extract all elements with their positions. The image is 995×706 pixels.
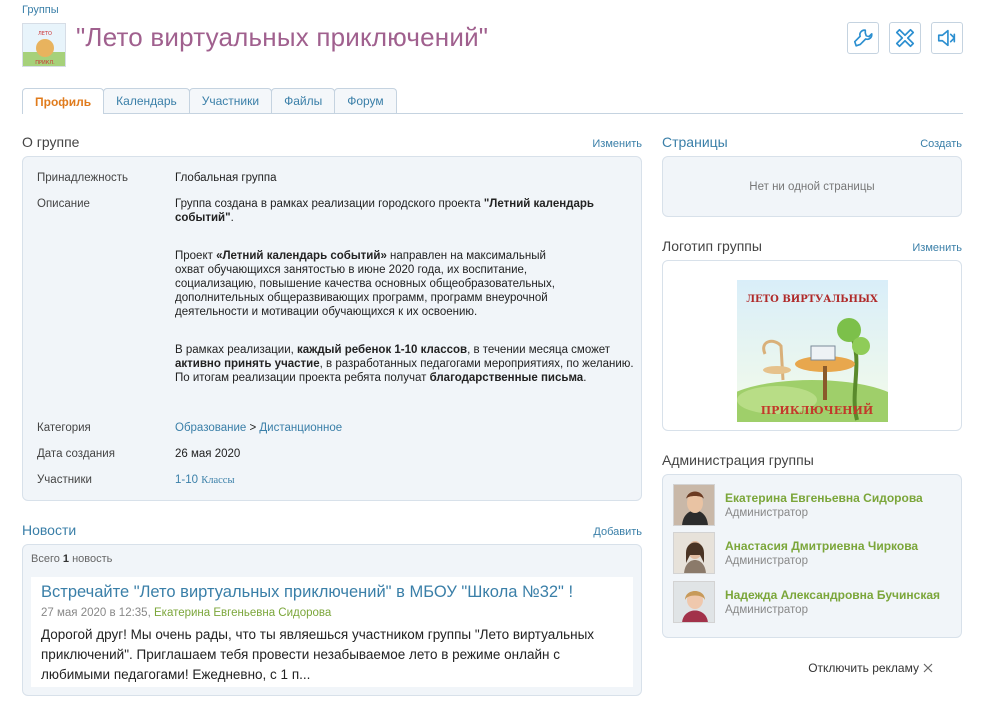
news-header: Новости Добавить <box>22 522 642 538</box>
disable-ads-label: Отключить рекламу <box>808 661 919 675</box>
news-item-author[interactable]: Екатерина Евгеньевна Сидорова <box>154 607 331 619</box>
participants-value: 1-10 Классы <box>175 473 631 488</box>
admins-title: Администрация группы <box>662 452 814 468</box>
remove-icon[interactable] <box>889 22 921 54</box>
participants-link[interactable]: 1-10 <box>175 474 198 486</box>
wrench-icon[interactable] <box>847 22 879 54</box>
description-value: Группа создана в рамках реализации город… <box>175 197 635 385</box>
membership-label: Принадлежность <box>37 172 128 184</box>
admin-role: Администратор <box>725 604 808 616</box>
logo-title: Логотип группы <box>662 238 762 254</box>
about-row-description: Описание Группа создана в рамках реализа… <box>37 197 634 385</box>
logo-panel: ЛЕТО ВИРТУАЛЬНЫХ ПРИКЛЮЧЕНИЙ <box>662 260 962 440</box>
admin-item: Екатерина Евгеньевна Сидорова Администра… <box>673 484 923 526</box>
avatar[interactable] <box>673 484 715 526</box>
pages-create-link[interactable]: Создать <box>920 138 962 150</box>
tab-members[interactable]: Участники <box>188 88 273 113</box>
about-title: О группе <box>22 134 80 150</box>
pages-panel: Нет ни одной страницы <box>662 156 962 217</box>
membership-value: Глобальная группа <box>175 172 277 184</box>
admin-item: Анастасия Дмитриевна Чиркова Администрат… <box>673 532 918 574</box>
news-item-meta: 27 мая 2020 в 12:35, Екатерина Евгеньевн… <box>41 607 332 619</box>
category-link-education[interactable]: Образование <box>175 422 246 434</box>
pages-empty-note: Нет ни одной страницы <box>749 181 875 193</box>
tab-calendar[interactable]: Календарь <box>103 88 190 113</box>
avatar[interactable] <box>673 581 715 623</box>
logo-bottom-text: ПРИКЛЮЧЕНИЙ <box>761 402 874 417</box>
about-row-category: Категория Образование > Дистанционное <box>37 421 631 435</box>
news-item-title[interactable]: Встречайте "Лето виртуальных приключений… <box>41 583 573 602</box>
pages-title-link[interactable]: Страницы <box>662 134 728 150</box>
description-paragraph-1: Группа создана в рамках реализации город… <box>175 198 594 224</box>
news-add-link[interactable]: Добавить <box>593 526 642 538</box>
news-panel: Всего 1 новость Встречайте "Лето виртуал… <box>22 544 642 696</box>
admin-name-link[interactable]: Надежда Александровна Бучинская <box>725 588 940 602</box>
admins-panel: Екатерина Евгеньевна Сидорова Администра… <box>662 474 962 638</box>
description-paragraph-3: В рамках реализации, каждый ребенок 1-10… <box>175 344 634 384</box>
avatar[interactable] <box>673 532 715 574</box>
disable-ads-button[interactable]: Отключить рекламу <box>808 661 933 675</box>
description-label: Описание <box>37 198 90 210</box>
admin-name-link[interactable]: Екатерина Евгеньевна Сидорова <box>725 491 923 505</box>
about-row-participants: Участники 1-10 Классы <box>37 473 631 488</box>
mute-icon[interactable] <box>931 22 963 54</box>
category-value: Образование > Дистанционное <box>175 422 343 434</box>
group-toolbar <box>847 22 963 54</box>
svg-text:ПРИКЛ.: ПРИКЛ. <box>35 60 55 66</box>
category-label: Категория <box>37 422 91 434</box>
about-panel: Принадлежность Глобальная группа Описани… <box>22 156 642 501</box>
news-count: Всего 1 новость <box>31 553 113 565</box>
svg-text:ЛЕТО: ЛЕТО <box>38 31 52 37</box>
admins-header: Администрация группы <box>662 452 962 468</box>
close-icon <box>923 663 933 673</box>
admin-role: Администратор <box>725 507 808 519</box>
group-logo-image: ЛЕТО ВИРТУАЛЬНЫХ ПРИКЛЮЧЕНИЙ <box>717 280 907 440</box>
participants-label: Участники <box>37 474 92 486</box>
group-thumbnail: ЛЕТО ПРИКЛ. <box>22 23 66 67</box>
breadcrumb-groups[interactable]: Группы <box>22 4 59 16</box>
admin-name-link[interactable]: Анастасия Дмитриевна Чиркова <box>725 539 918 553</box>
logo-header: Логотип группы Изменить <box>662 238 962 254</box>
tab-files[interactable]: Файлы <box>271 88 336 113</box>
admin-item: Надежда Александровна Бучинская Админист… <box>673 581 940 623</box>
news-title-link[interactable]: Новости <box>22 522 76 538</box>
about-header: О группе Изменить <box>22 134 642 150</box>
group-tabs: Профиль Календарь Участники Файлы Форум <box>22 88 963 114</box>
tab-forum[interactable]: Форум <box>334 88 397 113</box>
logo-edit-link[interactable]: Изменить <box>912 242 962 254</box>
admin-role: Администратор <box>725 555 808 567</box>
about-row-created: Дата создания 26 мая 2020 <box>37 447 631 461</box>
created-value: 26 мая 2020 <box>175 448 241 460</box>
news-item-text: Дорогой друг! Мы очень рады, что ты явля… <box>41 627 595 682</box>
about-row-membership: Принадлежность Глобальная группа <box>37 171 631 185</box>
created-label: Дата создания <box>37 448 115 460</box>
description-paragraph-2: Проект «Летний календарь событий» направ… <box>175 250 555 318</box>
news-item: Встречайте "Лето виртуальных приключений… <box>31 577 633 687</box>
pages-header: Страницы Создать <box>662 134 962 150</box>
logo-top-text: ЛЕТО ВИРТУАЛЬНЫХ <box>746 294 878 305</box>
tab-profile[interactable]: Профиль <box>22 88 105 114</box>
participants-suffix-link[interactable]: Классы <box>201 475 234 486</box>
page-title: "Лето виртуальных приключений" <box>76 22 489 52</box>
category-link-distance[interactable]: Дистанционное <box>259 422 342 434</box>
about-edit-link[interactable]: Изменить <box>592 138 642 150</box>
